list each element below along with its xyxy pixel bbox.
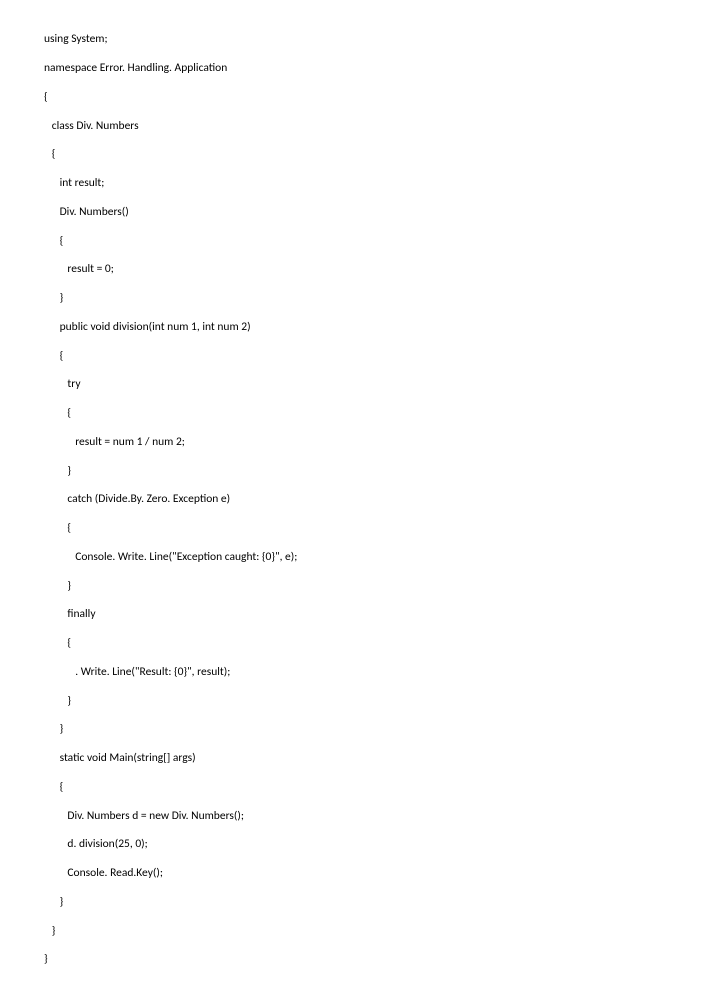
code-line: }: [44, 579, 720, 593]
code-line: namespace Error. Handling. Application: [44, 61, 720, 75]
code-line: }: [44, 694, 720, 708]
code-block: using System; namespace Error. Handling.…: [0, 0, 720, 981]
code-line: Div. Numbers d = new Div. Numbers();: [44, 809, 720, 823]
code-line: Console. Read.Key();: [44, 866, 720, 880]
code-line: {: [44, 349, 720, 363]
code-line: {: [44, 147, 720, 161]
code-line: {: [44, 90, 720, 104]
code-line: finally: [44, 607, 720, 621]
code-line: }: [44, 924, 720, 938]
code-line: . Write. Line("Result: {0}", result);: [44, 665, 720, 679]
code-line: Console. Write. Line("Exception caught: …: [44, 550, 720, 564]
code-line: {: [44, 780, 720, 794]
code-line: Div. Numbers(): [44, 205, 720, 219]
code-line: }: [44, 722, 720, 736]
code-line: {: [44, 636, 720, 650]
code-line: int result;: [44, 176, 720, 190]
code-line: class Div. Numbers: [44, 119, 720, 133]
code-line: public void division(int num 1, int num …: [44, 320, 720, 334]
code-line: {: [44, 234, 720, 248]
code-line: }: [44, 952, 720, 966]
code-line: }: [44, 291, 720, 305]
code-line: d. division(25, 0);: [44, 837, 720, 851]
code-line: using System;: [44, 32, 720, 46]
code-line: }: [44, 464, 720, 478]
code-line: {: [44, 406, 720, 420]
code-line: catch (Divide.By. Zero. Exception e): [44, 492, 720, 506]
code-line: static void Main(string[] args): [44, 751, 720, 765]
code-line: }: [44, 895, 720, 909]
code-line: result = num 1 / num 2;: [44, 435, 720, 449]
code-line: result = 0;: [44, 262, 720, 276]
code-line: {: [44, 521, 720, 535]
code-line: try: [44, 377, 720, 391]
